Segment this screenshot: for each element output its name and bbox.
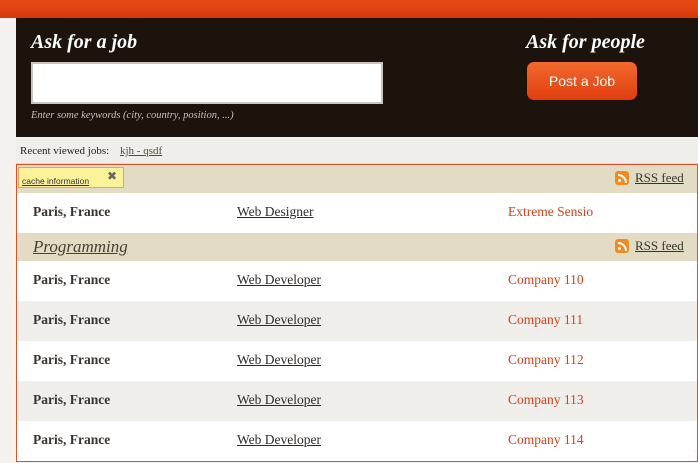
recent-job-link[interactable]: kjh - qsdf [120,145,162,157]
header-panel: Ask for a job Enter some keywords (city,… [16,18,698,137]
job-company: Company 114 [508,432,584,447]
category-title-link[interactable]: Programming [33,237,128,257]
rss-feed-label[interactable]: RSS feed [635,170,684,186]
job-row: Paris, France Web Developer Company 111 [17,301,697,341]
job-company: Company 110 [508,272,584,287]
post-job-button[interactable]: Post a Job [527,62,637,100]
recent-jobs-label: Recent viewed jobs: [20,145,110,157]
job-row: Paris, France Web Developer Company 112 [17,341,697,381]
job-row: Paris, France Web Developer Company 110 [17,261,697,301]
job-row: Paris, France Web Developer Company 114 [17,421,697,461]
section-header-programming: Programming RSS feed [17,233,697,261]
job-company: Company 113 [508,392,584,407]
job-location: Paris, France [33,392,111,407]
job-location: Paris, France [33,312,111,327]
job-title-link[interactable]: Web Developer [237,352,321,368]
job-listing: cache information ✖ RSS feed Paris, Fran… [16,164,698,462]
recent-jobs-bar: Recent viewed jobs: kjh - qsdf [16,138,698,164]
job-row: Paris, France Web Developer Company 113 [17,381,697,421]
job-title-link[interactable]: Web Developer [237,272,321,288]
close-icon[interactable]: ✖ [107,169,117,183]
top-accent-stripe [0,0,698,18]
job-company: Company 111 [508,312,584,327]
ask-job-heading: Ask for a job [31,31,138,53]
section-header-top: cache information ✖ RSS feed [17,165,697,193]
job-company: Company 112 [508,352,584,367]
search-hint: Enter some keywords (city, country, posi… [31,110,234,121]
rss-icon [615,171,629,185]
job-location: Paris, France [33,204,111,219]
rss-feed-label[interactable]: RSS feed [635,238,684,254]
job-location: Paris, France [33,352,111,367]
ask-people-heading: Ask for people [526,31,645,53]
job-location: Paris, France [33,272,111,287]
job-company: Extreme Sensio [508,204,594,219]
job-title-link[interactable]: Web Designer [237,204,314,220]
job-title-link[interactable]: Web Developer [237,432,321,448]
search-input[interactable] [31,62,383,104]
job-row: Paris, France Web Designer Extreme Sensi… [17,193,697,233]
rss-icon [615,239,629,253]
job-title-link[interactable]: Web Developer [237,392,321,408]
job-location: Paris, France [33,432,111,447]
job-title-link[interactable]: Web Developer [237,312,321,328]
cache-info-box: cache information ✖ [18,167,124,188]
cache-information-link[interactable]: cache information [22,176,89,186]
